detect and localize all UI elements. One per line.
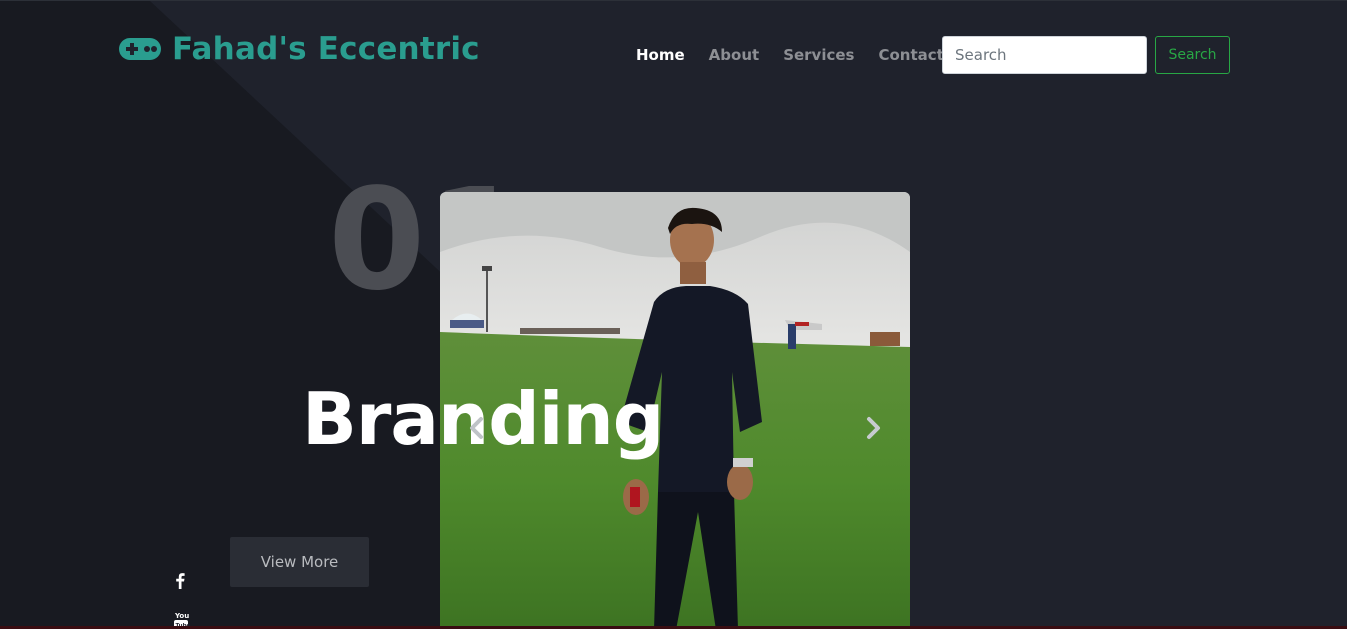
- brand-name: Fahad's Eccentric: [172, 31, 480, 67]
- nav-item-services[interactable]: Services: [771, 45, 866, 65]
- chevron-right-icon[interactable]: [862, 415, 884, 441]
- nav-item-home[interactable]: Home: [624, 45, 697, 65]
- main-nav: Home About Services Contact: [624, 45, 956, 65]
- gamepad-icon: [118, 35, 162, 63]
- chevron-left-icon[interactable]: [466, 415, 488, 441]
- search-input[interactable]: [942, 36, 1147, 74]
- page: Fahad's Eccentric Home About Services Co…: [0, 0, 1347, 629]
- svg-text:You: You: [174, 612, 189, 620]
- search-button[interactable]: Search: [1155, 36, 1230, 74]
- nav-item-about[interactable]: About: [697, 45, 772, 65]
- facebook-icon[interactable]: [174, 572, 186, 589]
- view-more-button[interactable]: View More: [230, 537, 369, 587]
- brand-logo[interactable]: Fahad's Eccentric: [118, 31, 480, 67]
